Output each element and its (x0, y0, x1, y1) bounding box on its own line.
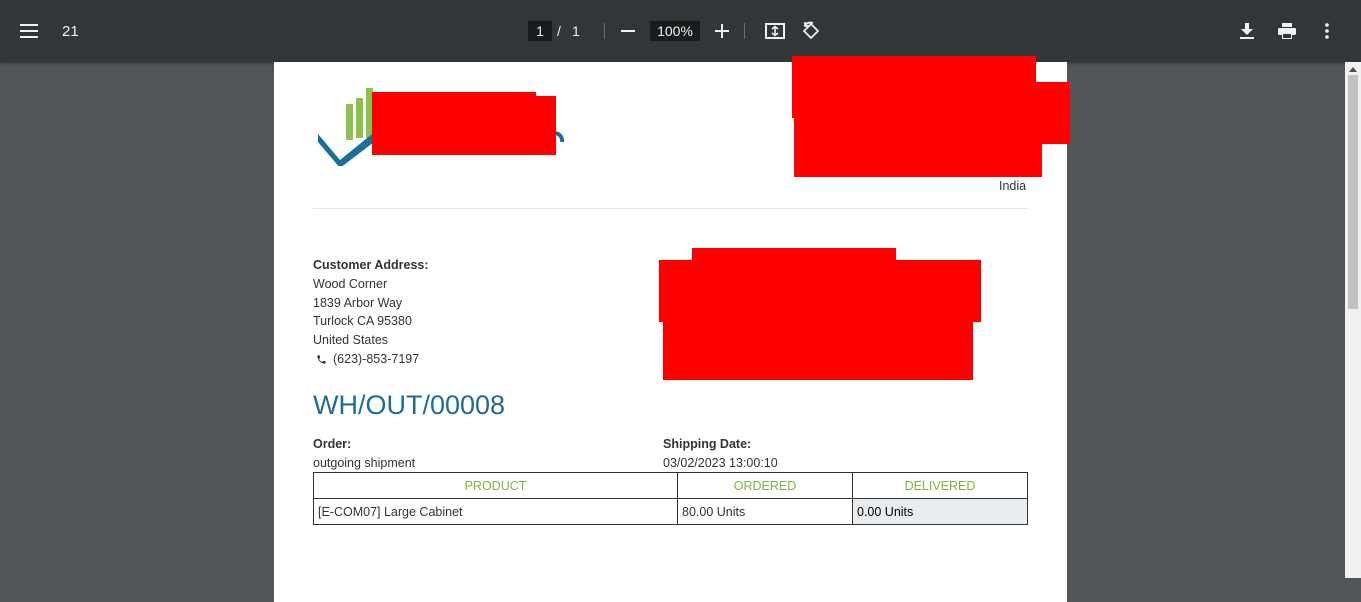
redacted-shipping-address (659, 260, 981, 322)
menu-icon[interactable] (13, 15, 45, 47)
shipping-date-value: 03/02/2023 13:00:10 (663, 456, 778, 470)
document-title: 21 (62, 22, 79, 40)
page-number-input[interactable]: 1 (528, 21, 552, 41)
table-header-row: PRODUCT ORDERED DELIVERED (313, 472, 1028, 499)
customer-street: 1839 Arbor Way (313, 296, 403, 310)
toolbar-divider (744, 23, 745, 39)
pdf-page: India Customer Address: Wood Corner 1839… (274, 56, 1070, 602)
rotate-icon[interactable] (795, 15, 827, 47)
scrollbar-thumb[interactable] (1348, 75, 1358, 309)
pdf-toolbar: 21 1 / 1 100% (0, 0, 1361, 62)
customer-country: United States (313, 333, 389, 347)
delivered-cell: 0.00 Units (852, 498, 1028, 525)
zoom-out-icon[interactable] (612, 15, 644, 47)
column-header-ordered: ORDERED (677, 472, 853, 499)
shipping-date-label: Shipping Date: (663, 437, 752, 451)
customer-address-heading: Customer Address: (313, 258, 429, 272)
customer-name: Wood Corner (313, 277, 388, 291)
redacted-company-address (794, 122, 1042, 177)
total-pages: 1 (572, 23, 580, 39)
scroll-up-arrow-icon[interactable] (1345, 62, 1361, 76)
table-row: [E-COM07] Large Cabinet 80.00 Units 0.00… (313, 498, 1028, 525)
column-header-product: PRODUCT (313, 472, 678, 499)
more-vert-icon[interactable] (1311, 15, 1343, 47)
phone-icon (316, 352, 328, 364)
customer-city: Turlock CA 95380 (313, 314, 412, 328)
redacted-shipping-address (663, 320, 973, 380)
fit-page-icon[interactable] (759, 15, 791, 47)
document-reference: WH/OUT/00008 (313, 390, 506, 420)
customer-phone: (623)-853-7197 (333, 352, 420, 366)
company-country: India (999, 179, 1027, 193)
download-icon[interactable] (1231, 15, 1263, 47)
header-divider (313, 208, 1028, 209)
page-separator: / (557, 23, 561, 39)
ordered-cell: 80.00 Units (677, 498, 853, 525)
order-label: Order: (313, 437, 352, 451)
vertical-scrollbar[interactable] (1345, 62, 1361, 578)
zoom-input[interactable]: 100% (650, 21, 700, 41)
order-value: outgoing shipment (313, 456, 416, 470)
print-icon[interactable] (1271, 15, 1303, 47)
toolbar-divider (604, 23, 605, 39)
zoom-in-icon[interactable] (706, 15, 738, 47)
redacted-company-name-part (504, 96, 556, 155)
moves-table: PRODUCT ORDERED DELIVERED [E-COM07] Larg… (313, 472, 1028, 525)
product-cell: [E-COM07] Large Cabinet (313, 498, 678, 525)
column-header-delivered: DELIVERED (852, 472, 1028, 499)
